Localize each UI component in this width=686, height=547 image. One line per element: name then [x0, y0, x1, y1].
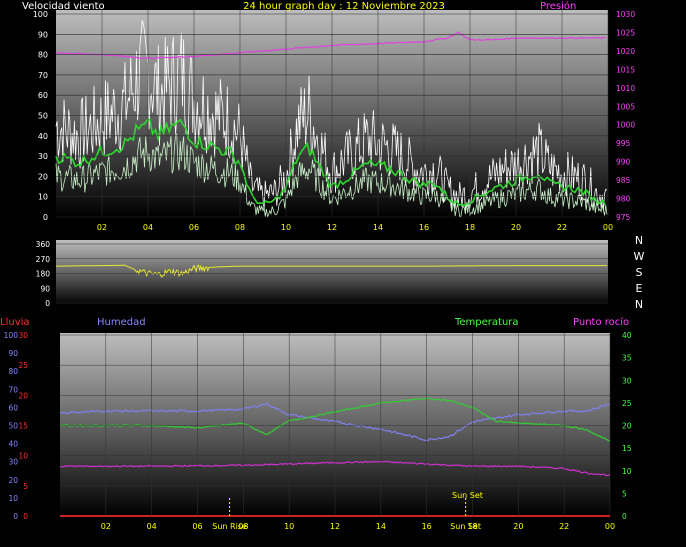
y-tick-wind: 80: [38, 51, 48, 60]
y-tick-wind: 10: [38, 193, 48, 202]
y-tick-humidity: 100: [4, 331, 19, 340]
x-tick-label: 14: [376, 522, 386, 531]
y-tick-humidity: 50: [8, 422, 18, 431]
y-tick-direction: 90: [40, 284, 50, 293]
y-tick-wind: 90: [38, 30, 48, 39]
y-tick-temperature: 15: [622, 444, 632, 453]
y-tick-pressure: 1025: [616, 28, 635, 37]
y-tick-rain: 25: [18, 361, 28, 370]
wind-speed-label: Velocidad viento: [22, 1, 105, 12]
x-tick-label: 12: [327, 223, 337, 232]
x-tick-label: 16: [422, 522, 432, 531]
y-tick-humidity: 20: [8, 476, 18, 485]
x-tick-label: 00: [605, 522, 615, 531]
y-tick-wind: 40: [38, 132, 48, 141]
weather-graph-window: 0 10 20 30 40 50 60 70 80 90 100 975 980 985 990 995 100…: [0, 0, 686, 543]
y-tick-pressure: 990: [616, 158, 631, 167]
x-tick-label: 10: [284, 522, 294, 531]
x-tick-label: 04: [147, 522, 157, 531]
y-tick-pressure: 975: [616, 213, 631, 222]
y-tick-pressure: 1015: [616, 65, 635, 74]
x-tick-label: 16: [419, 223, 429, 232]
y-tick-pressure: 985: [616, 176, 631, 185]
y-tick-wind: 20: [38, 172, 48, 181]
y-tick-humidity: 40: [8, 440, 18, 449]
x-tick-label: 20: [511, 223, 521, 232]
y-tick-rain: 0: [23, 512, 28, 521]
compass-n-bottom: N: [635, 298, 643, 311]
x-tick-label: 20: [513, 522, 523, 531]
x-tick-label: 18: [465, 223, 475, 232]
y-tick-direction: 360: [36, 240, 51, 249]
y-tick-humidity: 30: [8, 458, 18, 467]
y-tick-pressure: 995: [616, 139, 631, 148]
chart-title: 24 hour graph day : 12 Noviembre 2023: [243, 1, 445, 12]
y-tick-temperature: 0: [622, 512, 627, 521]
temperature-label: Temperatura: [454, 317, 519, 328]
y-tick-temperature: 5: [622, 489, 627, 498]
weather-charts: 0102030405060708090100975980985990995100…: [0, 0, 645, 531]
y-tick-wind: 70: [38, 71, 48, 80]
y-tick-direction: 0: [45, 299, 50, 308]
x-tick-label: 02: [101, 522, 111, 531]
y-tick-rain: 5: [23, 482, 28, 491]
y-tick-temperature: 10: [622, 467, 632, 476]
x-tick-label: 06: [192, 522, 202, 531]
x-tick-label: 22: [559, 522, 569, 531]
y-tick-pressure: 1030: [616, 10, 635, 19]
x-tick-label: 04: [143, 223, 153, 232]
y-tick-direction: 270: [36, 255, 51, 264]
sunset-marker-label: Sun Set: [452, 491, 483, 500]
pressure-label: Presión: [540, 0, 576, 12]
y-tick-rain: 30: [18, 331, 28, 340]
compass-e: E: [636, 282, 643, 295]
x-tick-label: 06: [189, 223, 199, 232]
y-tick-wind: 0: [43, 213, 48, 222]
y-tick-pressure: 1000: [616, 121, 635, 130]
sunset-label: Sun Set: [450, 522, 481, 531]
y-tick-temperature: 20: [622, 422, 632, 431]
x-tick-label: 08: [235, 223, 245, 232]
y-tick-humidity: 70: [8, 385, 18, 394]
y-tick-temperature: 30: [622, 376, 632, 385]
y-tick-humidity: 60: [8, 403, 18, 412]
compass-w: W: [634, 250, 645, 263]
humidity-label: Humedad: [97, 317, 146, 328]
y-tick-temperature: 35: [622, 354, 632, 363]
y-tick-pressure: 1005: [616, 102, 635, 111]
dewpoint-label: Punto rocío: [573, 316, 629, 328]
y-tick-rain: 15: [18, 422, 28, 431]
compass-n-top: N: [635, 234, 643, 247]
y-tick-temperature: 25: [622, 399, 632, 408]
y-tick-pressure: 980: [616, 195, 631, 204]
y-tick-temperature: 40: [622, 331, 632, 340]
x-tick-label: 02: [97, 223, 107, 232]
x-tick-label: 22: [557, 223, 567, 232]
y-tick-humidity: 10: [8, 494, 18, 503]
y-tick-wind: 30: [38, 152, 48, 161]
compass-s: S: [636, 266, 643, 279]
y-tick-rain: 10: [18, 452, 28, 461]
y-tick-rain: 20: [18, 391, 28, 400]
sunrise-label: Sun Rise: [212, 522, 247, 531]
rain-label: Lluvia: [0, 317, 30, 328]
y-tick-wind: 60: [38, 91, 48, 100]
y-tick-pressure: 1010: [616, 84, 635, 93]
x-tick-label: 12: [330, 522, 340, 531]
y-tick-humidity: 80: [8, 367, 18, 376]
y-tick-pressure: 1020: [616, 47, 635, 56]
y-tick-humidity: 90: [8, 349, 18, 358]
x-tick-label: 10: [281, 223, 291, 232]
y-tick-wind: 50: [38, 112, 48, 121]
x-tick-label: 14: [373, 223, 383, 232]
y-tick-direction: 180: [36, 270, 51, 279]
x-tick-label: 00: [603, 223, 613, 232]
y-tick-humidity: 0: [13, 512, 18, 521]
